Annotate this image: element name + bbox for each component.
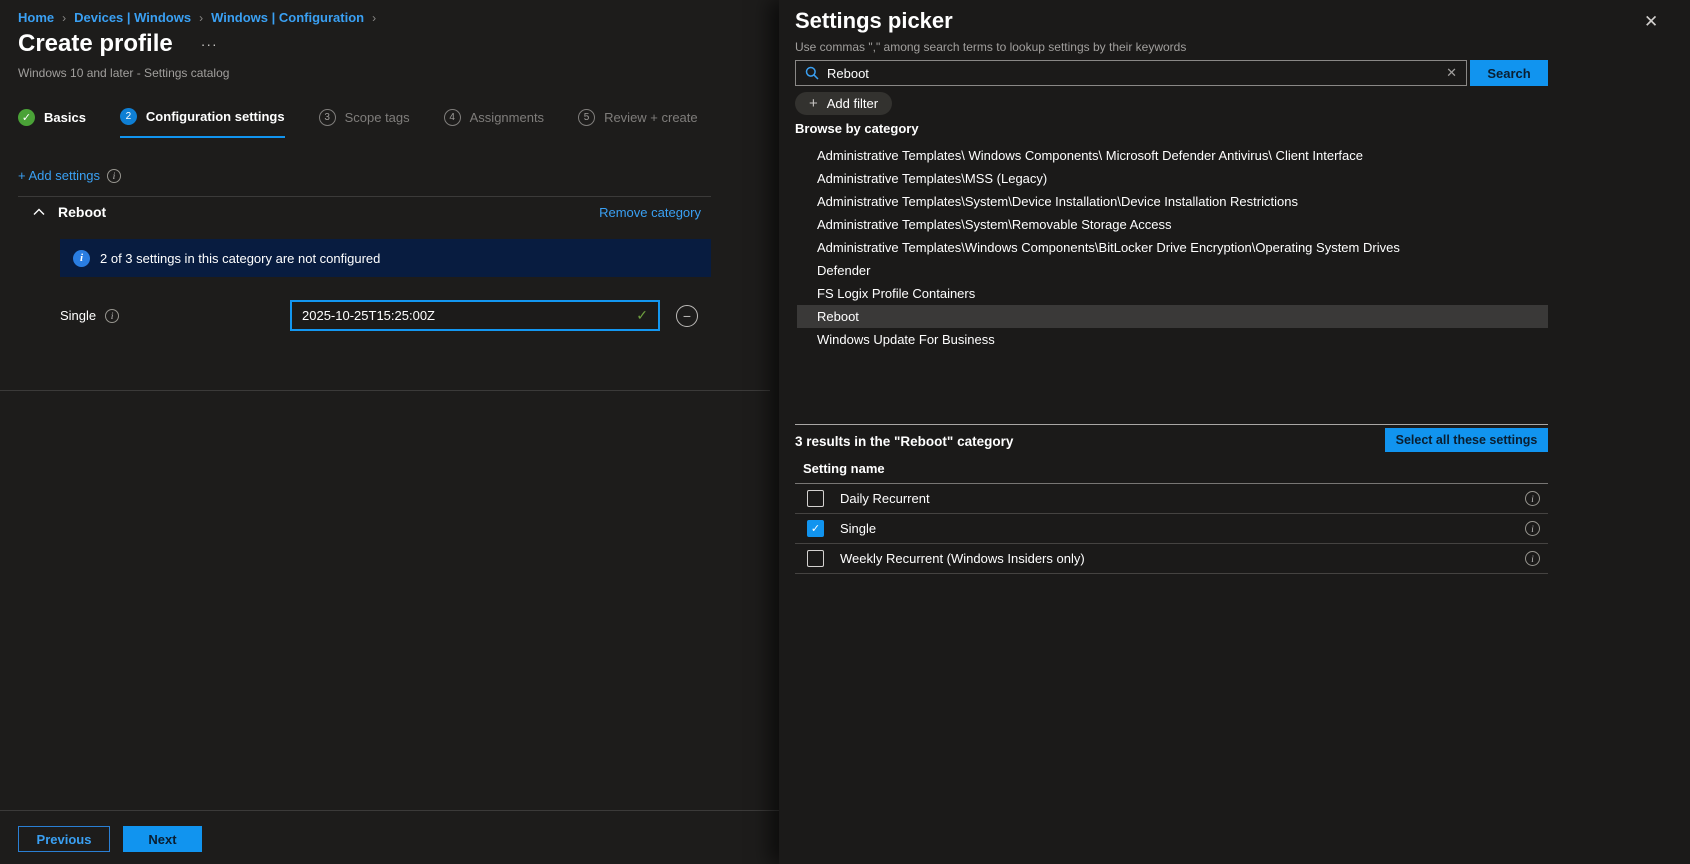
checkbox-single[interactable]: ✓ [807, 520, 824, 537]
select-all-settings-button[interactable]: Select all these settings [1385, 428, 1548, 452]
wizard-steps: ✓ Basics 2 Configuration settings 3 Scop… [18, 108, 698, 138]
close-icon[interactable]: ✕ [1644, 12, 1658, 32]
info-icon[interactable]: i [105, 308, 120, 323]
chevron-right-icon: › [62, 10, 67, 25]
step-label: Basics [44, 110, 86, 125]
minus-icon: − [682, 307, 692, 324]
next-button[interactable]: Next [123, 826, 202, 852]
browse-by-category-heading: Browse by category [795, 121, 919, 136]
step-label: Assignments [469, 110, 545, 125]
tab-assignments[interactable]: 4 Assignments [443, 108, 545, 138]
page-subtitle: Windows 10 and later - Settings catalog [18, 66, 230, 80]
category-name: Reboot [58, 204, 107, 220]
tab-review-create[interactable]: 5 Review + create [578, 108, 698, 138]
table-row: Daily Recurrent i [795, 484, 1548, 514]
info-icon[interactable]: i [1525, 521, 1540, 536]
info-banner-text: 2 of 3 settings in this category are not… [100, 250, 381, 266]
remove-setting-button[interactable]: − [676, 305, 698, 327]
category-item[interactable]: Administrative Templates\System\Removabl… [797, 213, 1548, 236]
add-filter-label: Add filter [826, 96, 879, 111]
collapse-category-button[interactable] [33, 208, 45, 216]
category-item[interactable]: Administrative Templates\MSS (Legacy) [797, 167, 1548, 190]
more-actions-icon[interactable]: ··· [201, 36, 218, 52]
settings-picker-panel: Settings picker ✕ Use commas "," among s… [779, 0, 1690, 864]
setting-row-label: Single [840, 521, 877, 536]
step-number: 3 [318, 109, 336, 126]
breadcrumb-windows-configuration[interactable]: Windows | Configuration [211, 10, 364, 25]
search-icon [805, 66, 819, 80]
search-input[interactable] [827, 65, 1439, 81]
info-icon: i [73, 249, 90, 267]
checkbox-daily-recurrent[interactable] [807, 490, 824, 507]
category-item[interactable]: Defender [797, 259, 1548, 282]
divider [795, 424, 1548, 425]
add-settings-link[interactable]: + Add settings [18, 168, 100, 183]
table-row: ✓ Single i [795, 514, 1548, 544]
setting-name-label: Single [60, 308, 97, 323]
category-item[interactable]: Administrative Templates\Windows Compone… [797, 236, 1548, 259]
plus-icon: + [809, 95, 818, 112]
setting-name-column-header: Setting name [803, 461, 885, 476]
previous-button[interactable]: Previous [18, 826, 110, 852]
step-label: Review + create [604, 110, 698, 125]
chevron-right-icon: › [199, 10, 204, 25]
step-number: 4 [443, 109, 461, 126]
divider [0, 390, 770, 391]
search-button[interactable]: Search [1470, 60, 1548, 86]
category-item[interactable]: FS Logix Profile Containers [797, 282, 1548, 305]
category-item[interactable]: Windows Update For Business [797, 328, 1548, 351]
add-filter-button[interactable]: + Add filter [795, 92, 893, 115]
step-complete-icon: ✓ [18, 109, 35, 126]
tab-basics[interactable]: ✓ Basics [18, 108, 86, 138]
clear-search-icon[interactable]: ✕ [1446, 65, 1457, 81]
setting-value: 2025-10-25T15:25:00Z [302, 308, 435, 323]
breadcrumb: Home › Devices | Windows › Windows | Con… [18, 10, 376, 25]
table-row: Weekly Recurrent (Windows Insiders only)… [795, 544, 1548, 574]
valid-check-icon: ✓ [636, 307, 648, 323]
category-item[interactable]: Administrative Templates\System\Device I… [797, 190, 1548, 213]
single-setting-input[interactable]: 2025-10-25T15:25:00Z ✓ [290, 300, 660, 331]
category-item-selected[interactable]: Reboot [797, 305, 1548, 328]
step-label: Scope tags [344, 110, 410, 125]
divider [0, 810, 779, 811]
info-icon[interactable]: i [1525, 491, 1540, 506]
category-item[interactable]: Administrative Templates\ Windows Compon… [797, 144, 1548, 167]
checkbox-weekly-recurrent[interactable] [807, 550, 824, 567]
tab-configuration-settings[interactable]: 2 Configuration settings [119, 108, 285, 138]
chevron-up-icon [33, 208, 45, 215]
divider [18, 196, 711, 197]
remove-category-link[interactable]: Remove category [599, 205, 701, 220]
info-icon[interactable]: i [1525, 551, 1540, 566]
settings-table: Daily Recurrent i ✓ Single i Weekly Recu… [795, 483, 1548, 574]
setting-row-label: Daily Recurrent [840, 491, 930, 506]
breadcrumb-home[interactable]: Home [18, 10, 54, 25]
chevron-right-icon: › [372, 10, 377, 25]
page-title: Create profile [18, 30, 173, 57]
results-summary: 3 results in the "Reboot" category [795, 434, 1014, 449]
search-box: ✕ [795, 60, 1467, 86]
panel-title: Settings picker [795, 8, 953, 33]
step-number: 2 [119, 108, 137, 125]
step-number: 5 [578, 109, 596, 126]
category-list: Administrative Templates\ Windows Compon… [797, 144, 1548, 351]
setting-row-label: Weekly Recurrent (Windows Insiders only) [840, 551, 1085, 566]
info-banner: i 2 of 3 settings in this category are n… [60, 239, 711, 277]
info-icon[interactable]: i [107, 168, 122, 183]
step-label: Configuration settings [145, 109, 285, 124]
breadcrumb-devices-windows[interactable]: Devices | Windows [74, 10, 191, 25]
panel-subtitle: Use commas "," among search terms to loo… [795, 40, 1187, 54]
tab-scope-tags[interactable]: 3 Scope tags [318, 108, 410, 138]
